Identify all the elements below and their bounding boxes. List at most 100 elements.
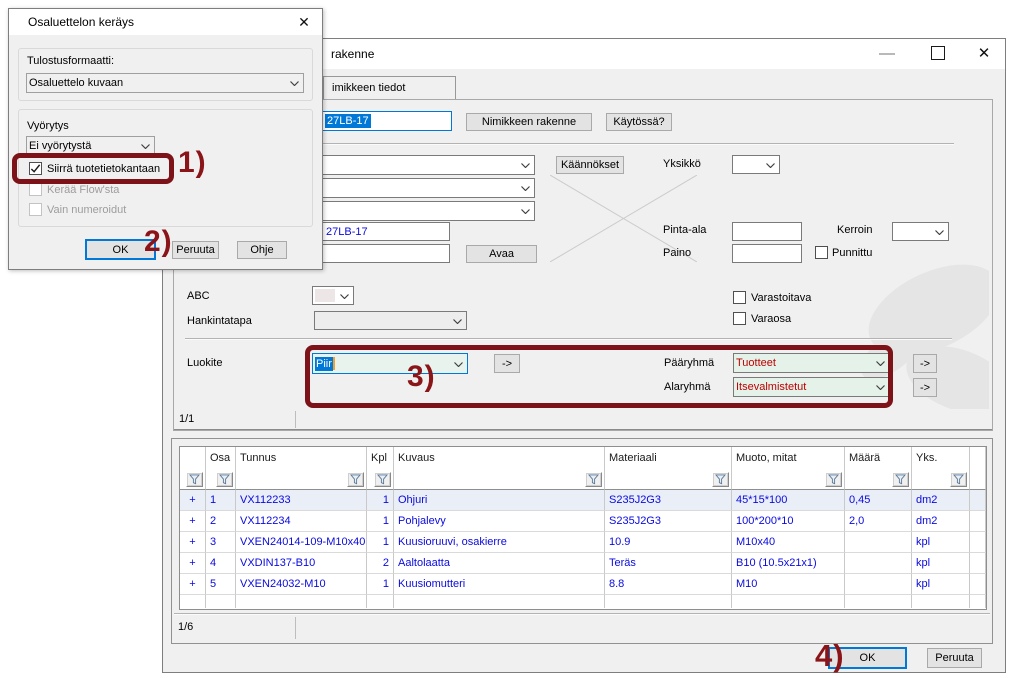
filter-cell (970, 470, 986, 490)
item-code-selected-text: 27LB-17 (325, 114, 371, 128)
transfer-checkbox[interactable] (29, 162, 42, 175)
filter-button[interactable] (347, 472, 364, 487)
classify-combo[interactable]: Piir (312, 353, 468, 374)
description-combo-2[interactable] (320, 178, 535, 198)
record-count: 1/1 (179, 413, 194, 425)
expand-toggle[interactable]: + (180, 511, 206, 532)
filter-button[interactable] (216, 472, 233, 487)
column-header: Tunnus (236, 447, 367, 470)
table-row[interactable]: +2VX1122341PohjalevyS235J2G3100*200*102,… (180, 511, 986, 532)
tab-item-info-label: imikkeen tiedot (332, 82, 405, 94)
table-row[interactable]: +5VXEN24032-M101Kuusiomutteri8.8M10kpl (180, 574, 986, 595)
table-cell: 0,45 (845, 490, 912, 511)
table-row[interactable]: +3VXEN24014-109-M10x401Kuusioruuvi, osak… (180, 532, 986, 553)
format-value: Osaluettelo kuvaan (29, 77, 123, 89)
subgroup-combo[interactable]: Itsevalmistetut (733, 377, 890, 397)
item-structure-button[interactable]: Nimikkeen rakenne (466, 113, 592, 131)
screen: rakenne ✕ imikkeen tiedot 27LB-17 (0, 0, 1009, 678)
maingroup-value: Tuotteet (736, 357, 776, 369)
numbered-label: Vain numeroidut (47, 204, 126, 216)
table-empty-row (180, 595, 986, 608)
main-dialog-title: rakenne (331, 47, 374, 61)
filter-cell (912, 470, 970, 490)
column-header (970, 447, 986, 470)
maingroup-combo[interactable]: Tuotteet (733, 353, 890, 373)
empty-cell (236, 595, 367, 608)
chevron-down-icon (766, 163, 775, 168)
main-cancel-button[interactable]: Peruuta (927, 648, 982, 668)
tab-item-info[interactable]: imikkeen tiedot (323, 76, 456, 100)
stocked-checkbox[interactable] (733, 291, 746, 304)
rollup-label: Vyörytys (27, 120, 69, 132)
description-combo-1[interactable] (320, 155, 535, 175)
open-button[interactable]: Avaa (466, 245, 537, 263)
weighed-checkbox[interactable] (815, 246, 828, 259)
expand-toggle[interactable]: + (180, 574, 206, 595)
table-cell: VXEN24032-M10 (236, 574, 367, 595)
rollup-value: Ei vyörytystä (29, 140, 91, 152)
filter-cell (236, 470, 367, 490)
filter-icon (350, 474, 361, 485)
table-cell (970, 532, 986, 553)
classify-assign-button[interactable]: -> (494, 354, 520, 373)
filter-cell (732, 470, 845, 490)
table-cell: 1 (367, 490, 394, 511)
table-row[interactable]: +1VX1122331OhjuriS235J2G345*15*1000,45dm… (180, 490, 986, 511)
filter-icon (715, 474, 726, 485)
filter-button[interactable] (950, 472, 967, 487)
status-divider (295, 411, 296, 428)
abc-label: ABC (187, 290, 210, 302)
expand-toggle[interactable]: + (180, 490, 206, 511)
filter-button[interactable] (825, 472, 842, 487)
close-icon[interactable]: ✕ (975, 44, 993, 62)
filter-button[interactable] (712, 472, 729, 487)
procurement-combo[interactable] (314, 311, 467, 330)
maingroup-assign-button[interactable]: -> (913, 354, 937, 373)
unit-combo[interactable] (732, 155, 780, 174)
filter-button[interactable] (374, 472, 391, 487)
subgroup-assign-button[interactable]: -> (913, 378, 937, 397)
empty-cell (732, 595, 845, 608)
filter-button[interactable] (585, 472, 602, 487)
close-icon[interactable]: ✕ (295, 13, 313, 31)
table-row[interactable]: +4VXDIN137-B102AaltolaattaTeräsB10 (10.5… (180, 553, 986, 574)
table-cell (845, 532, 912, 553)
translations-button[interactable]: Käännökset (556, 156, 624, 174)
unit-label: Yksikkö (663, 158, 701, 170)
description-combo-3[interactable] (320, 201, 535, 221)
expand-toggle[interactable]: + (180, 532, 206, 553)
weight-field[interactable] (732, 244, 802, 263)
table-cell (970, 511, 986, 532)
abc-combo[interactable] (312, 286, 354, 305)
factor-combo[interactable] (892, 222, 949, 241)
rollup-combo[interactable]: Ei vyörytystä (26, 136, 155, 156)
minimize-icon[interactable] (879, 53, 895, 55)
filter-button[interactable] (186, 472, 203, 487)
column-header: Kpl (367, 447, 394, 470)
text-caret (333, 357, 335, 370)
spare-checkbox[interactable] (733, 312, 746, 325)
table-filter-row (180, 470, 986, 490)
collect-dialog-titlebar[interactable]: Osaluettelon keräys ✕ (9, 9, 322, 35)
table-header-row: OsaTunnusKplKuvausMateriaaliMuoto, mitat… (180, 447, 986, 470)
expand-toggle[interactable]: + (180, 553, 206, 574)
in-use-button[interactable]: Käytössä? (606, 113, 672, 131)
table-cell: S235J2G3 (605, 490, 732, 511)
collect-help-button[interactable]: Ohje (237, 241, 287, 259)
chevron-down-icon (521, 163, 530, 168)
drawing-field[interactable] (322, 244, 450, 263)
format-combo[interactable]: Osaluettelo kuvaan (26, 73, 304, 93)
table-cell: 8.8 (605, 574, 732, 595)
abc-combo-fill (315, 289, 335, 302)
maximize-icon[interactable] (931, 46, 945, 60)
table-cell: VX112234 (236, 511, 367, 532)
area-field[interactable] (732, 222, 802, 241)
annotation-3: 3) (407, 362, 436, 392)
filter-button[interactable] (892, 472, 909, 487)
empty-cell (394, 595, 605, 608)
weighed-label: Punnittu (832, 247, 872, 259)
collect-cancel-button[interactable]: Peruuta (172, 241, 219, 259)
item-code-field[interactable]: 27LB-17 (322, 111, 452, 131)
code2-field[interactable]: 27LB-17 (322, 222, 450, 241)
table-cell: 1 (367, 532, 394, 553)
